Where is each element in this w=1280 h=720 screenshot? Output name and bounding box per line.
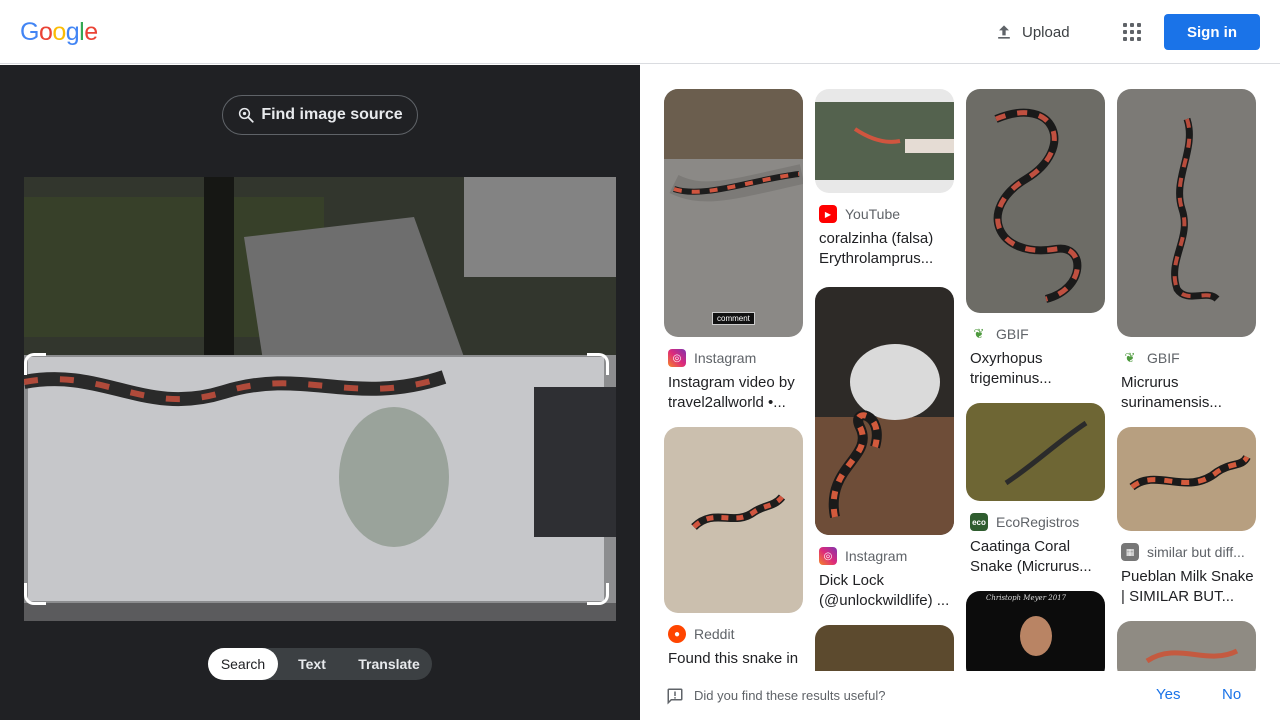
- lens-search-icon: [239, 107, 254, 123]
- logo-letter: e: [84, 18, 98, 46]
- apps-button[interactable]: [1114, 14, 1150, 50]
- source-name: YouTube: [845, 206, 901, 222]
- result-source: ● Reddit: [668, 625, 803, 643]
- result-source: ▶ YouTube: [819, 205, 954, 223]
- result-thumbnail[interactable]: [966, 403, 1105, 501]
- result-thumbnail[interactable]: [1117, 621, 1256, 671]
- result-card[interactable]: ❦ GBIF Oxyrhopus trigeminus...: [966, 89, 1105, 389]
- result-card[interactable]: eco EcoRegistros Caatinga Coral Snake (M…: [966, 403, 1105, 577]
- apps-grid-icon: [1123, 23, 1141, 41]
- sign-in-button[interactable]: Sign in: [1164, 14, 1260, 50]
- result-source: ❦ GBIF: [1121, 349, 1256, 367]
- result-thumbnail[interactable]: [1117, 427, 1256, 531]
- logo-letter: o: [52, 18, 66, 46]
- source-name: similar but diff...: [1147, 544, 1245, 560]
- instagram-icon: ◎: [668, 349, 686, 367]
- result-thumbnail[interactable]: [815, 89, 954, 193]
- crop-handle-bottom-right[interactable]: [587, 583, 609, 605]
- logo-letter: g: [65, 18, 80, 46]
- result-source: ❦ GBIF: [970, 325, 1105, 343]
- result-card[interactable]: [815, 625, 954, 671]
- source-name: EcoRegistros: [996, 514, 1080, 530]
- results-column: ❦ GBIF Oxyrhopus trigeminus... eco EcoRe…: [966, 89, 1105, 671]
- result-title[interactable]: Pueblan Milk Snake | SIMILAR BUT...: [1121, 567, 1256, 607]
- result-thumbnail[interactable]: [1117, 89, 1256, 337]
- feedback-icon: [667, 688, 683, 705]
- mode-search-tab[interactable]: Search: [208, 648, 278, 680]
- result-source: eco EcoRegistros: [970, 513, 1105, 531]
- logo-letter: G: [20, 18, 39, 46]
- feedback-no-button[interactable]: No: [1222, 686, 1241, 703]
- upload-label: Upload: [1022, 23, 1070, 41]
- result-title[interactable]: coralzinha (falsa) Erythrolamprus...: [819, 229, 954, 269]
- gbif-icon: ❦: [970, 325, 988, 343]
- result-card[interactable]: ▶ YouTube coralzinha (falsa) Erythrolamp…: [815, 89, 954, 269]
- crop-handle-top-left[interactable]: [24, 353, 46, 375]
- result-thumbnail[interactable]: [966, 89, 1105, 313]
- top-bar: Google Upload Sign in: [0, 0, 1280, 64]
- find-image-source-label: Find image source: [261, 106, 403, 123]
- reddit-icon: ●: [668, 625, 686, 643]
- result-thumbnail[interactable]: [815, 625, 954, 671]
- site-icon: ▦: [1121, 543, 1139, 561]
- query-image-panel: Find image source Search Text Translate: [0, 65, 640, 720]
- photo-watermark: Christoph Meyer 2017: [986, 594, 1067, 602]
- result-card[interactable]: ❦ GBIF Micrurus surinamensis...: [1117, 89, 1256, 413]
- results-column: ▶ YouTube coralzinha (falsa) Erythrolamp…: [815, 89, 954, 671]
- result-title[interactable]: Instagram video by travel2allworld •...: [668, 373, 803, 413]
- result-title[interactable]: Caatinga Coral Snake (Micrurus...: [970, 537, 1105, 577]
- results-column: ❦ GBIF Micrurus surinamensis... ▦ simila…: [1117, 89, 1256, 671]
- result-card[interactable]: ▦ similar but diff... Pueblan Milk Snake…: [1117, 427, 1256, 607]
- source-name: Reddit: [694, 626, 735, 642]
- results-column: comment ◎ Instagram Instagram video by t…: [664, 89, 803, 671]
- visual-matches-panel: comment ◎ Instagram Instagram video by t…: [640, 65, 1280, 671]
- source-name: GBIF: [1147, 350, 1180, 366]
- result-title[interactable]: Dick Lock (@unlockwildlife) ...: [819, 571, 954, 611]
- result-source: ▦ similar but diff...: [1121, 543, 1256, 561]
- feedback-yes-button[interactable]: Yes: [1156, 686, 1180, 703]
- find-image-source-button[interactable]: Find image source: [222, 95, 418, 135]
- mode-text-tab[interactable]: Text: [278, 648, 346, 680]
- result-source: ◎ Instagram: [819, 547, 954, 565]
- youtube-icon: ▶: [819, 205, 837, 223]
- mode-switcher: Search Text Translate: [208, 648, 432, 680]
- source-name: GBIF: [996, 326, 1029, 342]
- result-card[interactable]: ● Reddit Found this snake in ...: [664, 427, 803, 671]
- result-title[interactable]: Micrurus surinamensis...: [1121, 373, 1256, 413]
- crop-handle-bottom-left[interactable]: [24, 583, 46, 605]
- gbif-icon: ❦: [1121, 349, 1139, 367]
- source-name: Instagram: [694, 350, 757, 366]
- result-thumbnail[interactable]: [815, 287, 954, 535]
- google-logo[interactable]: Google: [20, 18, 98, 47]
- result-thumbnail[interactable]: comment: [664, 89, 803, 337]
- instagram-icon: ◎: [819, 547, 837, 565]
- source-name: Instagram: [845, 548, 908, 564]
- result-thumbnail[interactable]: [664, 427, 803, 613]
- mode-translate-tab[interactable]: Translate: [346, 648, 432, 680]
- result-card[interactable]: Christoph Meyer 2017: [966, 591, 1105, 671]
- upload-icon: [998, 25, 1010, 39]
- query-photo[interactable]: [24, 177, 616, 621]
- ecoregistros-icon: eco: [970, 513, 988, 531]
- crop-handle-top-right[interactable]: [587, 353, 609, 375]
- upload-button[interactable]: Upload: [984, 14, 1080, 50]
- logo-letter: o: [38, 18, 53, 46]
- result-title[interactable]: Oxyrhopus trigeminus...: [970, 349, 1105, 389]
- result-thumbnail[interactable]: Christoph Meyer 2017: [966, 591, 1105, 671]
- feedback-bar: Did you find these results useful? Yes N…: [640, 671, 1280, 720]
- result-card[interactable]: comment ◎ Instagram Instagram video by t…: [664, 89, 803, 413]
- result-title[interactable]: Found this snake in ...: [668, 649, 803, 671]
- result-card[interactable]: [1117, 621, 1256, 671]
- result-card[interactable]: ◎ Instagram Dick Lock (@unlockwildlife) …: [815, 287, 954, 611]
- feedback-question: Did you find these results useful?: [694, 688, 886, 703]
- comment-badge: comment: [712, 312, 755, 325]
- result-source: ◎ Instagram: [668, 349, 803, 367]
